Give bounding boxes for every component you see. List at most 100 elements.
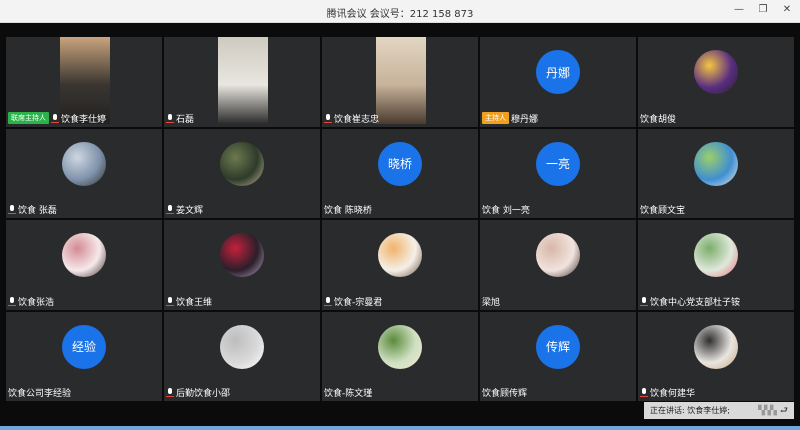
participant-caption: 饮食何建华 — [640, 386, 695, 399]
mic-icon — [166, 388, 174, 397]
mic-icon — [324, 113, 332, 123]
avatar — [220, 233, 264, 277]
participant-name: 饮食公司李经验 — [8, 389, 72, 399]
restore-button[interactable]: ❐ — [756, 3, 770, 17]
video-feed — [376, 37, 426, 124]
participant-name: 饮食张浩 — [18, 297, 55, 308]
participant-tile[interactable]: 饮食王维 — [164, 220, 320, 310]
role-badge: 联席主持人 — [8, 112, 49, 124]
role-badge: 主持人 — [482, 112, 509, 124]
minimize-button[interactable]: — — [732, 3, 746, 17]
avatar — [378, 324, 422, 369]
participant-caption: 饮食 刘一亮 — [482, 203, 530, 216]
mic-icon — [324, 296, 332, 306]
participant-tile[interactable]: 一亮饮食 刘一亮 — [480, 128, 636, 218]
avatar — [694, 324, 738, 369]
participant-name: 石磊 — [176, 114, 195, 125]
avatar: 晓桥 — [378, 141, 422, 186]
participant-caption: 饮食公司李经验 — [8, 386, 71, 399]
participant-grid: 联席主持人 饮食李仕婷 石磊 饮食崔志忠 丹娜 主持人 穆丹娜 饮食胡俊 饮食 张磊 姜文辉 晓桥饮… — [6, 37, 794, 401]
participant-name: 饮食 陈晓桥 — [324, 206, 372, 216]
participant-name: 饮食顾传辉 — [482, 389, 528, 399]
mic-icon — [166, 205, 174, 214]
participant-tile[interactable]: 后勤饮食小邵 — [164, 311, 320, 401]
participant-name: 饮食-陈文瑾 — [324, 389, 373, 399]
participant-name: 穆丹娜 — [511, 114, 539, 125]
participant-tile[interactable]: 梁旭 — [480, 220, 636, 310]
avatar — [378, 233, 422, 277]
title-bar: 腾讯会议 会议号：212 158 873 — ❐ ✕ — [0, 0, 800, 23]
participant-caption: 饮食顾传辉 — [482, 386, 527, 399]
participant-caption: 饮食 张磊 — [8, 203, 57, 216]
participant-tile[interactable]: 饮食顾文宝 — [638, 128, 794, 218]
mic-icon — [166, 296, 174, 306]
participant-caption: 后勤饮食小邵 — [166, 386, 230, 399]
participant-tile[interactable]: 经验饮食公司李经验 — [6, 311, 162, 401]
participant-name: 饮食 刘一亮 — [482, 206, 530, 216]
avatar — [62, 233, 106, 277]
mic-icon — [640, 296, 648, 306]
participant-name: 饮食李仕婷 — [61, 114, 107, 125]
participant-caption: 饮食崔志忠 — [324, 112, 379, 125]
video-feed — [218, 37, 268, 124]
collapse-arrow-icon[interactable]: ⮐ — [780, 403, 788, 419]
participant-caption: 姜文辉 — [166, 203, 203, 216]
participant-caption: 饮食中心党支部杜子铵 — [640, 295, 740, 308]
speaking-indicator: 正在讲话: 饮食李仕婷; ▚▚▚ ⮐ — [644, 402, 794, 419]
avatar — [62, 141, 106, 186]
participant-tile[interactable]: 饮食张浩 — [6, 220, 162, 310]
avatar — [220, 141, 264, 186]
close-button[interactable]: ✕ — [780, 3, 794, 17]
avatar: 丹娜 — [536, 50, 580, 94]
participant-tile[interactable]: 饮食-陈文瑾 — [322, 311, 478, 401]
participant-name: 梁旭 — [482, 297, 501, 308]
participant-name: 饮食 张磊 — [18, 206, 57, 216]
taskbar — [0, 426, 800, 430]
participant-caption: 饮食-陈文瑾 — [324, 386, 372, 399]
participant-caption: 联席主持人 饮食李仕婷 — [8, 112, 106, 125]
participant-caption: 饮食张浩 — [8, 295, 54, 308]
participant-caption: 饮食王维 — [166, 295, 212, 308]
participant-caption: 饮食顾文宝 — [640, 203, 685, 216]
speaking-label: 正在讲话: 饮食李仕婷; — [650, 406, 730, 415]
avatar — [220, 324, 264, 369]
participant-name: 饮食胡俊 — [640, 114, 677, 125]
participant-name: 姜文辉 — [176, 206, 204, 216]
video-stage: 联席主持人 饮食李仕婷 石磊 饮食崔志忠 丹娜 主持人 穆丹娜 饮食胡俊 饮食 张磊 姜文辉 晓桥饮… — [0, 23, 800, 430]
participant-tile[interactable]: 饮食 张磊 — [6, 128, 162, 218]
participant-name: 后勤饮食小邵 — [176, 389, 231, 399]
participant-tile[interactable]: 饮食-宗曼君 — [322, 220, 478, 310]
participant-tile[interactable]: 石磊 — [164, 37, 320, 127]
mic-icon — [8, 296, 16, 306]
participant-caption: 石磊 — [166, 112, 194, 125]
participant-tile[interactable]: 晓桥饮食 陈晓桥 — [322, 128, 478, 218]
participant-tile[interactable]: 联席主持人 饮食李仕婷 — [6, 37, 162, 127]
participant-name: 饮食崔志忠 — [334, 114, 380, 125]
participant-caption: 饮食 陈晓桥 — [324, 203, 372, 216]
participant-name: 饮食-宗曼君 — [334, 297, 383, 308]
mic-icon — [640, 388, 648, 397]
mic-icon — [166, 113, 174, 123]
participant-caption: 饮食胡俊 — [640, 112, 676, 125]
participant-tile[interactable]: 饮食崔志忠 — [322, 37, 478, 127]
avatar — [536, 233, 580, 277]
signal-icon: ▚▚▚ — [758, 405, 777, 416]
participant-name: 饮食王维 — [176, 297, 213, 308]
participant-tile[interactable]: 姜文辉 — [164, 128, 320, 218]
window-title: 腾讯会议 会议号：212 158 873 — [326, 9, 474, 20]
avatar — [694, 141, 738, 186]
mic-icon — [51, 113, 59, 123]
participant-tile[interactable]: 饮食何建华 — [638, 311, 794, 401]
participant-name: 饮食何建华 — [650, 389, 696, 399]
participant-tile[interactable]: 丹娜主持人 穆丹娜 — [480, 37, 636, 127]
participant-tile[interactable]: 饮食胡俊 — [638, 37, 794, 127]
window-controls: — ❐ ✕ — [732, 3, 794, 17]
avatar: 经验 — [62, 324, 106, 369]
participant-name: 饮食中心党支部杜子铵 — [650, 297, 741, 308]
participant-caption: 饮食-宗曼君 — [324, 295, 382, 308]
participant-tile[interactable]: 传辉 饮食顾传辉 — [480, 311, 636, 401]
participant-caption: 主持人 穆丹娜 — [482, 112, 538, 125]
participant-caption: 梁旭 — [482, 295, 500, 308]
participant-tile[interactable]: 饮食中心党支部杜子铵 — [638, 220, 794, 310]
avatar: 一亮 — [536, 141, 580, 186]
